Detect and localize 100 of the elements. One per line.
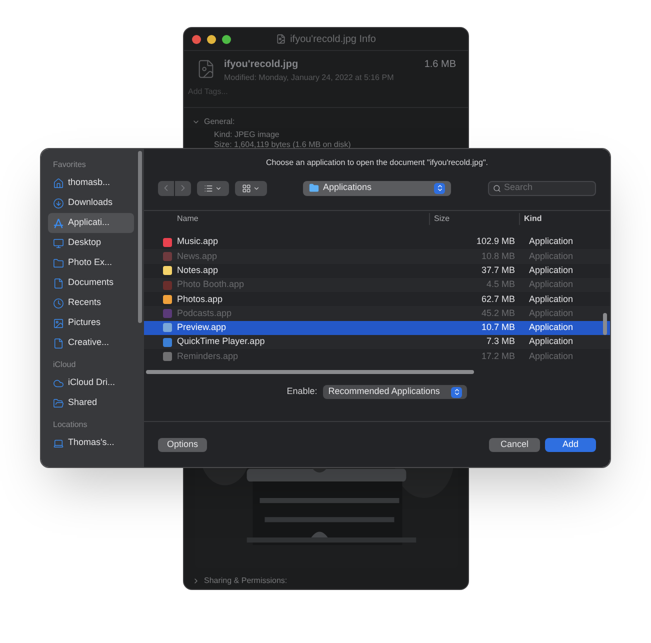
file-kind: Application — [528, 278, 574, 292]
file-row[interactable]: QuickTime Player.app 7.3 MB Application — [144, 335, 610, 350]
sidebar-heading: Favorites — [52, 159, 87, 171]
sidebar-item[interactable]: Recents — [48, 293, 134, 313]
file-name: Music.app — [177, 235, 220, 248]
info-line: Kind: JPEG image — [214, 130, 280, 140]
file-kind: Application — [528, 235, 574, 248]
list-icon — [204, 184, 213, 192]
file-name: Preview.app — [177, 321, 228, 334]
clock-icon — [53, 298, 64, 308]
file-kind: Application — [528, 250, 574, 263]
back-button[interactable] — [158, 180, 174, 196]
shared-folder-icon — [53, 398, 64, 408]
file-size: 45.2 MB — [480, 306, 516, 320]
sidebar-item[interactable]: Pictures — [48, 313, 134, 333]
file-kind: Application — [528, 335, 574, 348]
window-title: ifyou'recold.jpg Info — [290, 32, 376, 46]
add-button[interactable]: Add — [545, 438, 596, 452]
sidebar-item[interactable]: Applicati... — [48, 213, 134, 233]
monitor-icon — [53, 238, 64, 248]
file-row[interactable]: Preview.app 10.7 MB Application — [144, 320, 610, 336]
scrollbar-thumb[interactable] — [138, 151, 142, 323]
file-size: 102.9 MB — [475, 235, 516, 248]
disclosure-icon[interactable] — [192, 118, 200, 126]
sidebar-item[interactable]: thomasb... — [48, 173, 134, 193]
options-button[interactable]: Options — [158, 438, 208, 452]
sidebar-item[interactable]: iCloud Dri... — [48, 373, 134, 393]
file-size: 17.2 MB — [480, 350, 516, 363]
file-name: QuickTime Player.app — [177, 335, 266, 348]
file-row[interactable]: Music.app 102.9 MB Application — [144, 235, 610, 250]
file-name: Podcasts.app — [177, 306, 233, 320]
sidebar-item[interactable]: Downloads — [48, 193, 134, 213]
sidebar-heading: Locations — [52, 419, 88, 431]
disclosure-icon[interactable] — [192, 577, 200, 585]
cancel-button[interactable]: Cancel — [489, 438, 540, 452]
sidebar-item[interactable]: Documents — [48, 273, 134, 293]
info-line: Size: 1,604,119 bytes (1.6 MB on disk) — [214, 140, 352, 150]
file-kind: Application — [528, 306, 574, 320]
sidebar-item[interactable]: Desktop — [48, 233, 134, 253]
file-size: 10.7 MB — [480, 321, 516, 334]
group-view-button[interactable] — [235, 180, 267, 196]
file-name: Photo Booth.app — [177, 278, 246, 292]
dialog-prompt: Choose an application to open the document "ifyou'recold.jpg". — [264, 157, 490, 169]
section-title: Sharing & Permissions: — [204, 575, 288, 587]
sidebar-item[interactable]: Photo Ex... — [48, 253, 134, 273]
search-field[interactable]: Search — [488, 180, 596, 196]
column-header[interactable]: Kind — [519, 213, 542, 225]
stepper-icon — [451, 386, 462, 398]
file-size: 7.3 MB — [485, 335, 516, 348]
folder-icon — [309, 183, 319, 193]
enable-popup[interactable]: Recommended Applications — [323, 385, 468, 399]
list-view-button[interactable] — [197, 180, 229, 196]
file-kind: Application — [528, 264, 574, 277]
file-kind: Application — [528, 350, 574, 363]
forward-button[interactable] — [175, 180, 191, 196]
zoom-icon[interactable] — [222, 34, 231, 44]
sidebar-heading: iCloud — [52, 359, 77, 371]
file-name: News.app — [177, 250, 218, 263]
computer-icon — [53, 438, 64, 448]
section-title: General: — [204, 116, 235, 128]
document-icon — [53, 338, 64, 348]
search-input[interactable]: Search — [504, 181, 591, 195]
image-icon — [53, 318, 64, 328]
file-row[interactable]: Notes.app 37.7 MB Application — [144, 264, 610, 278]
file-kind: Application — [528, 292, 574, 306]
scrollbar-thumb[interactable] — [146, 370, 474, 374]
file-size: 4.5 MB — [485, 278, 516, 292]
house-icon — [53, 178, 64, 188]
sidebar-item[interactable]: Shared — [48, 393, 134, 413]
column-header[interactable]: Name — [144, 213, 429, 225]
chevron-down-icon — [215, 184, 222, 192]
grid-icon — [242, 184, 251, 192]
file-size: 62.7 MB — [480, 292, 516, 306]
file-row[interactable]: Photos.app 62.7 MB Application — [144, 292, 610, 306]
sidebar-item[interactable]: Creative... — [48, 333, 134, 353]
sidebar-item[interactable]: Thomas's... — [48, 433, 134, 453]
modified-date: Modified: Monday, January 24, 2022 at 5:16 PM — [224, 72, 395, 84]
close-icon[interactable] — [192, 34, 201, 44]
file-size: 37.7 MB — [480, 264, 516, 277]
file-name: Photos.app — [177, 292, 224, 306]
minimize-icon[interactable] — [207, 34, 216, 44]
file-kind: Application — [528, 321, 574, 334]
stepper-icon — [434, 182, 445, 194]
scrollbar-thumb[interactable] — [603, 313, 607, 335]
location-popup[interactable]: Applications — [303, 180, 451, 196]
cloud-icon — [53, 378, 64, 388]
search-icon — [493, 184, 501, 192]
file-size: 1.6 MB — [424, 58, 456, 72]
file-name: ifyou'recold.jpg — [224, 58, 298, 72]
folder-icon — [53, 258, 64, 268]
document-icon — [53, 278, 64, 288]
enable-label: Enable: — [286, 385, 318, 398]
document-icon — [276, 34, 286, 44]
apps-icon — [53, 218, 64, 228]
download-icon — [53, 198, 64, 208]
file-size: 10.8 MB — [480, 250, 516, 263]
file-name: Notes.app — [177, 264, 220, 277]
chevron-down-icon — [253, 184, 260, 192]
column-header[interactable]: Size — [429, 213, 519, 225]
file-name: Reminders.app — [177, 350, 240, 363]
